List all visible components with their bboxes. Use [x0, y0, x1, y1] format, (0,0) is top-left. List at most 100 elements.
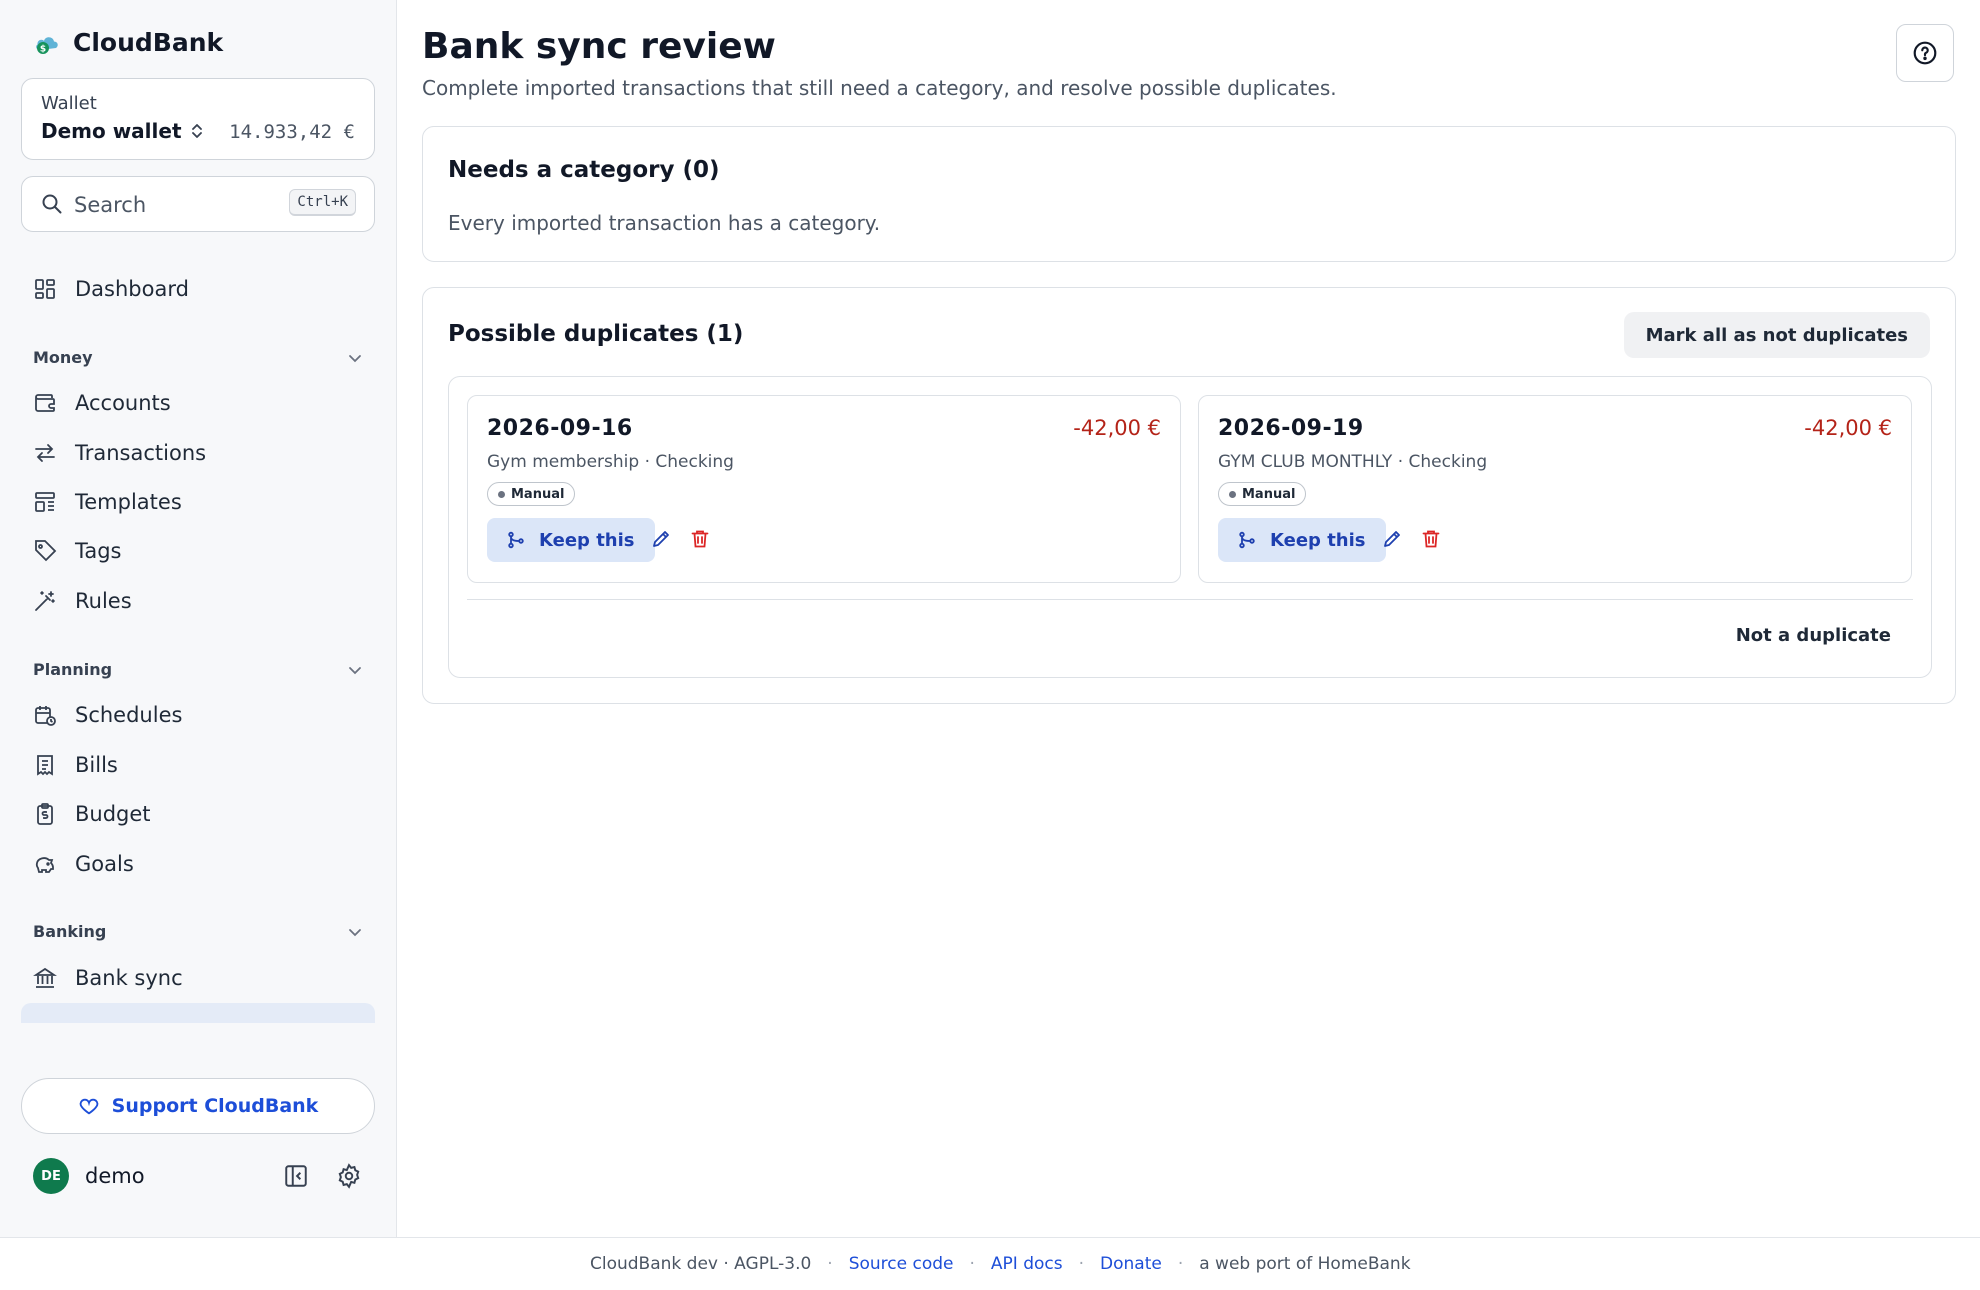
duplicate-transaction-card: 2026-09-19 -42,00 € GYM CLUB MONTHLY · C…: [1198, 395, 1912, 583]
sidebar-item-goals[interactable]: Goals: [33, 849, 134, 879]
git-merge-icon: [1239, 531, 1255, 549]
nav-section-banking[interactable]: Banking: [33, 922, 363, 941]
page-subtitle: Complete imported transactions that stil…: [422, 76, 1337, 100]
sidebar-item-templates[interactable]: Templates: [33, 487, 182, 517]
badge-dot: [498, 490, 505, 498]
sidebar-item-label: Bank sync: [75, 966, 183, 990]
help-button[interactable]: [1896, 24, 1954, 82]
app-name: CloudBank: [73, 28, 224, 57]
footer-separator: ·: [1177, 1254, 1184, 1274]
wallet-name-row: Demo wallet: [41, 119, 204, 143]
possible-duplicates-card: Possible duplicates (1) Mark all as not …: [422, 287, 1956, 704]
footer-separator: ·: [969, 1254, 975, 1274]
search-icon: [42, 194, 62, 214]
template-icon: [35, 492, 55, 512]
nav-section-planning[interactable]: Planning: [33, 660, 363, 679]
footer-source-link[interactable]: Source code: [849, 1254, 954, 1274]
footer-separator: ·: [1078, 1254, 1085, 1274]
badge-dot: [1229, 490, 1236, 498]
wallet-balance: 14.933,42 €: [229, 121, 355, 143]
divider: [467, 599, 1913, 600]
sidebar-item-dashboard[interactable]: Dashboard: [33, 274, 189, 304]
not-a-duplicate-button[interactable]: Not a duplicate: [1736, 625, 1891, 646]
tag-icon: [35, 540, 57, 562]
trash-icon[interactable]: [689, 528, 711, 550]
sidebar-item-accounts[interactable]: Accounts: [33, 388, 171, 418]
footer: CloudBank dev · AGPL-3.0 · Source code ·…: [0, 1237, 1980, 1290]
page-title: Bank sync review: [422, 26, 776, 67]
sidebar-item-bills[interactable]: Bills: [33, 750, 118, 780]
transaction-date: 2026-09-16: [487, 416, 633, 441]
sidebar-item-label: Tags: [75, 539, 122, 563]
duplicate-group: 2026-09-16 -42,00 € Gym membership · Che…: [448, 376, 1932, 678]
keep-this-button[interactable]: Keep this: [487, 518, 655, 562]
bank-icon: [33, 967, 57, 988]
needs-category-card: Needs a category (0) Every imported tran…: [422, 126, 1956, 262]
user-menu[interactable]: DE demo: [33, 1158, 145, 1194]
transaction-description: GYM CLUB MONTHLY · Checking: [1218, 452, 1488, 472]
footer-donate-link[interactable]: Donate: [1100, 1254, 1162, 1274]
gear-icon[interactable]: [336, 1163, 362, 1189]
sidebar-item-label: Accounts: [75, 391, 171, 415]
trash-icon[interactable]: [1420, 528, 1442, 550]
footer-api-docs-link[interactable]: API docs: [991, 1254, 1063, 1274]
sidebar-item-tags[interactable]: Tags: [33, 536, 122, 566]
heart-icon: [79, 1098, 98, 1115]
status-badge: Manual: [1218, 482, 1307, 506]
transaction-amount: -42,00 €: [1804, 416, 1892, 440]
sidebar-item-schedules[interactable]: Schedules: [33, 700, 182, 730]
sidebar-item-label: Dashboard: [75, 277, 189, 301]
git-merge-icon: [508, 531, 524, 549]
sidebar-item-label: Rules: [75, 589, 132, 613]
sidebar-item-label: Transactions: [75, 441, 207, 465]
sidebar-item-budget[interactable]: Budget: [33, 799, 151, 829]
svg-text:$: $: [40, 44, 46, 54]
sidebar-item-label: Templates: [75, 490, 182, 514]
sidebar-item-bank-sync[interactable]: Bank sync: [33, 963, 183, 993]
sidebar-item-review-active[interactable]: [21, 1003, 375, 1023]
needs-category-empty-text: Every imported transaction has a categor…: [448, 211, 881, 235]
magic-wand-icon: [35, 591, 55, 611]
keep-this-button[interactable]: Keep this: [1218, 518, 1386, 562]
clipboard-dollar-icon: [37, 803, 53, 825]
wallet-icon: [35, 394, 55, 412]
edit-pencil-icon[interactable]: [1381, 528, 1403, 550]
wallet-name: Demo wallet: [41, 119, 182, 143]
footer-separator: ·: [827, 1254, 833, 1274]
possible-duplicates-title: Possible duplicates (1): [448, 321, 744, 347]
needs-category-title: Needs a category (0): [448, 157, 720, 183]
sidebar-item-transactions[interactable]: Transactions: [33, 438, 206, 468]
dashboard-icon: [35, 279, 55, 299]
support-label: Support CloudBank: [111, 1095, 319, 1117]
help-circle-icon: [1913, 41, 1937, 65]
badge-label: Manual: [511, 486, 565, 502]
cloudbank-logo-icon: $: [36, 36, 58, 54]
sidebar-item-label: Budget: [75, 802, 151, 826]
arrows-left-right-icon: [35, 444, 55, 462]
search-input[interactable]: Search Ctrl+K: [21, 176, 375, 232]
nav-section-title: Money: [33, 348, 93, 367]
sidebar-item-label: Schedules: [75, 703, 183, 727]
wallet-selector[interactable]: Wallet Demo wallet 14.933,42 €: [21, 78, 375, 160]
footer-content: CloudBank dev · AGPL-3.0 · Source code ·…: [590, 1254, 1411, 1274]
duplicate-transaction-card: 2026-09-16 -42,00 € Gym membership · Che…: [467, 395, 1181, 583]
piggy-bank-icon: [35, 857, 54, 873]
sidebar-item-rules[interactable]: Rules: [33, 586, 132, 616]
nav-section-title: Planning: [33, 660, 113, 679]
nav-section-money[interactable]: Money: [33, 348, 363, 367]
keep-this-label: Keep this: [1270, 529, 1366, 551]
sidebar-item-label: Bills: [75, 753, 118, 777]
brand[interactable]: $ CloudBank: [33, 28, 223, 57]
chevron-down-icon: [349, 928, 361, 936]
sidebar-item-label: Goals: [75, 852, 134, 876]
receipt-icon: [37, 755, 53, 776]
chevron-down-icon: [349, 666, 361, 674]
nav-section-title: Banking: [33, 922, 107, 941]
mark-all-not-duplicates-button[interactable]: Mark all as not duplicates: [1623, 312, 1930, 358]
edit-pencil-icon[interactable]: [650, 528, 672, 550]
collapse-sidebar-icon[interactable]: [283, 1163, 309, 1189]
support-button[interactable]: Support CloudBank: [21, 1078, 375, 1134]
transaction-date: 2026-09-19: [1218, 416, 1364, 441]
chevron-up-down-icon: [191, 124, 202, 138]
sidebar: $ CloudBank Wallet Demo wallet 14.933,42…: [0, 0, 397, 1237]
